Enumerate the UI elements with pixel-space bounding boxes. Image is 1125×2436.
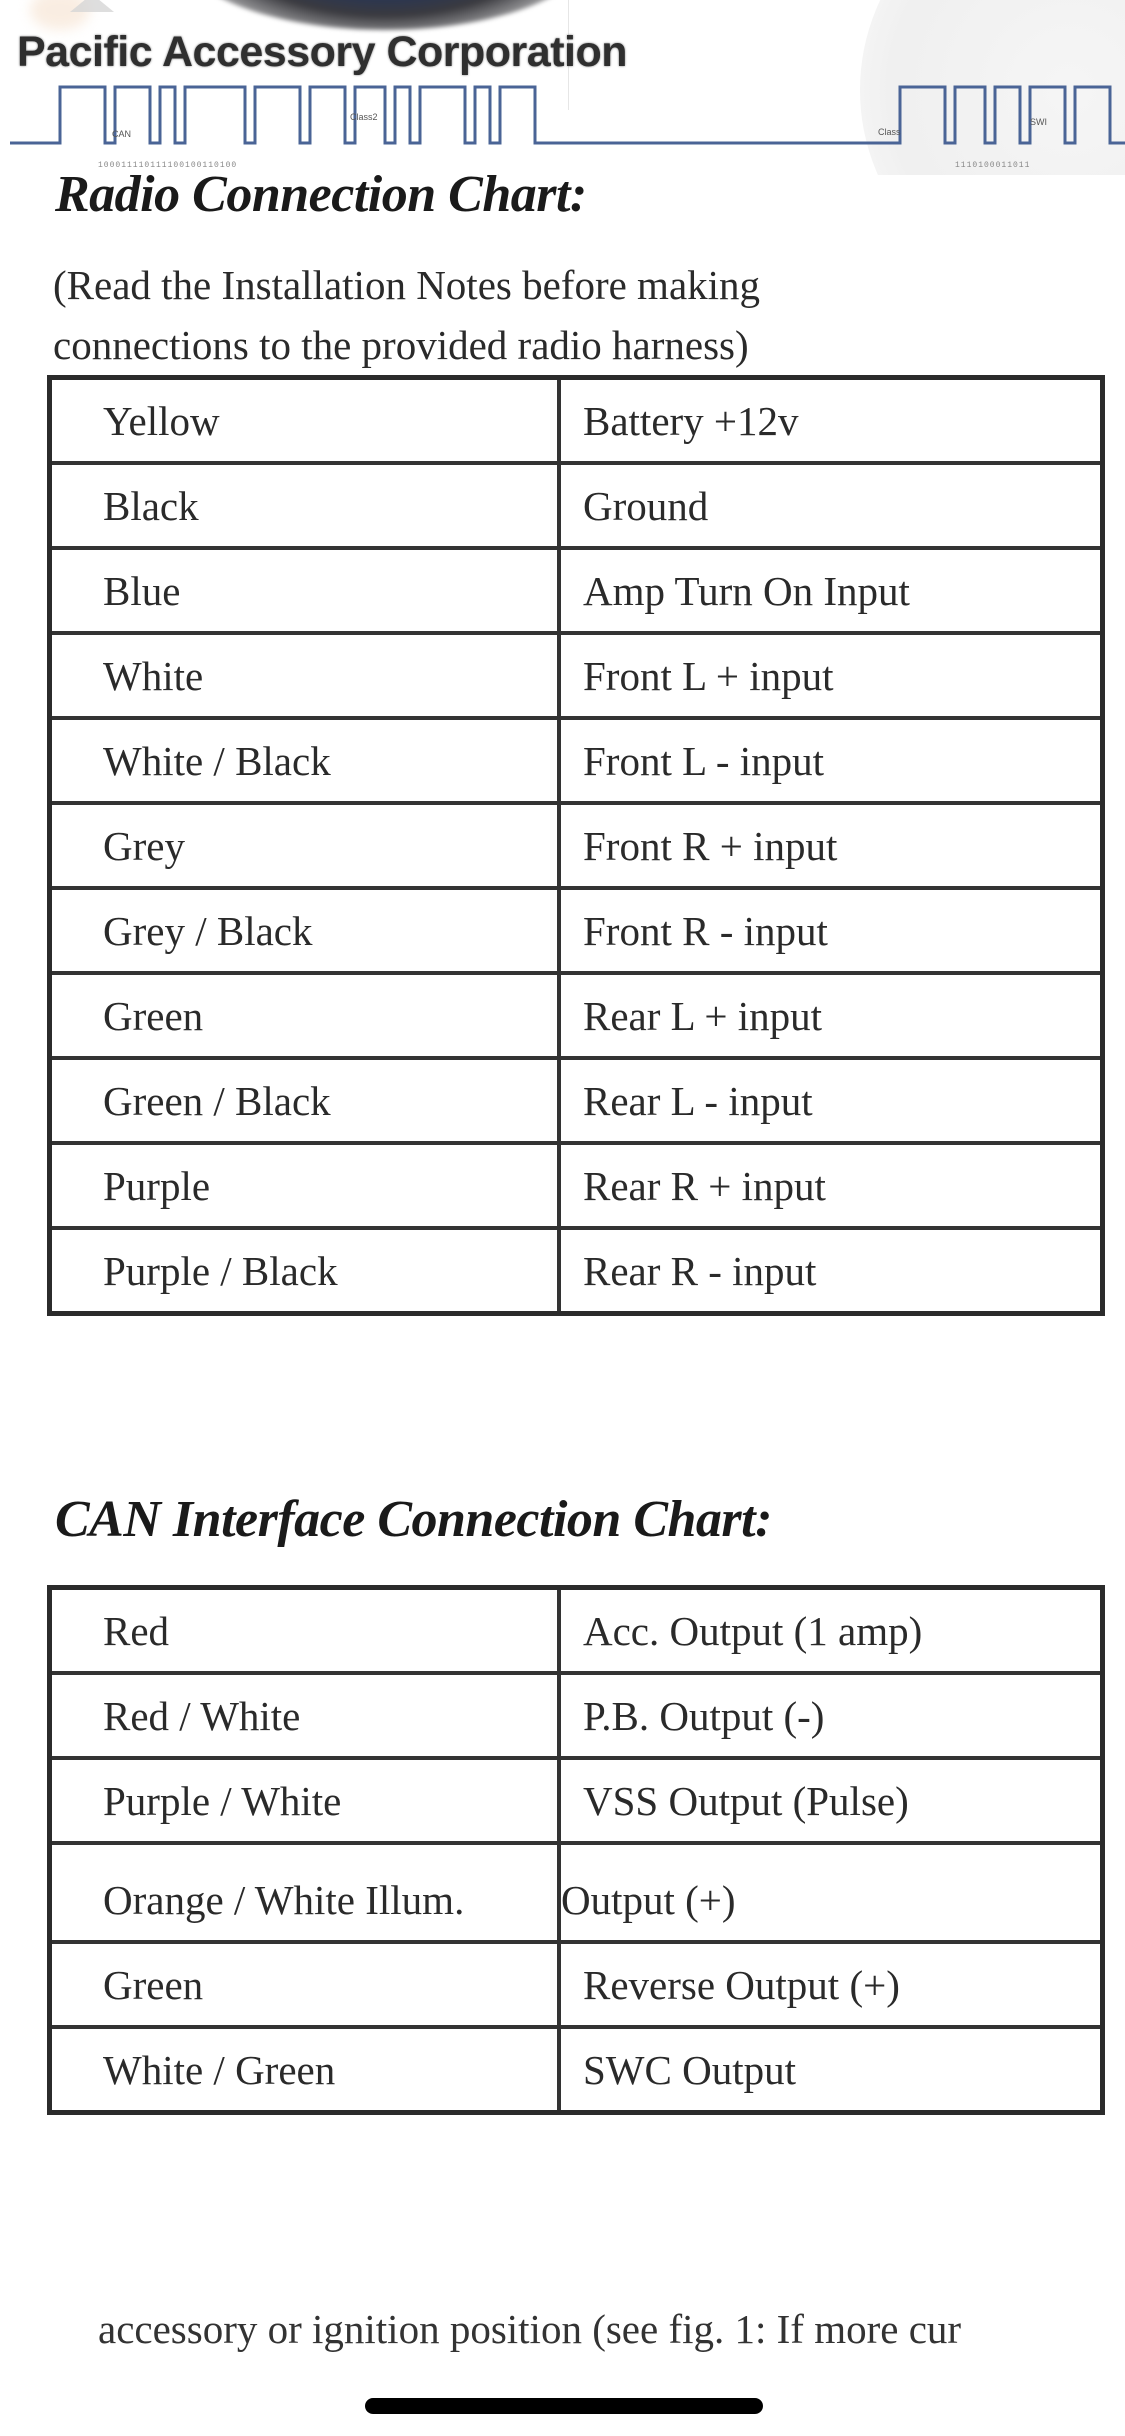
function-cell: Front L + input <box>557 631 1105 720</box>
wire-color-cell: White / Black <box>47 716 561 805</box>
function-cell: Amp Turn On Input <box>557 546 1105 635</box>
function-cell: VSS Output (Pulse) <box>557 1756 1105 1845</box>
signal-waveform: CAN Class2 Class SWI <box>10 85 1125 145</box>
radio-table-body: Yellow Battery +12v Black Ground Blue Amp T… <box>47 375 1105 1316</box>
radio-chart-title: Radio Connection Chart: <box>55 166 587 223</box>
table-row: White Front L + input <box>47 631 1105 720</box>
body-text-partial: accessory or ignition position (see fig.… <box>98 2306 962 2352</box>
home-indicator[interactable] <box>365 2398 763 2414</box>
function-cell: Front R - input <box>557 886 1105 975</box>
table-row: Black Ground <box>47 461 1105 550</box>
waveform-left <box>10 85 1125 145</box>
function-cell: Output (+) <box>557 1841 1105 1944</box>
table-row: Purple Rear R + input <box>47 1141 1105 1230</box>
function-cell: SWC Output <box>557 2025 1105 2115</box>
logo-dome-graphic <box>175 0 595 30</box>
table-row: Green Rear L + input <box>47 971 1105 1060</box>
note-line-2: connections to the provided radio harnes… <box>53 322 749 368</box>
function-cell: Acc. Output (1 amp) <box>557 1585 1105 1675</box>
function-cell: Front R + input <box>557 801 1105 890</box>
function-cell: Rear R + input <box>557 1141 1105 1230</box>
wire-color-cell: Green <box>47 971 561 1060</box>
table-row: Blue Amp Turn On Input <box>47 546 1105 635</box>
table-row: Grey Front R + input <box>47 801 1105 890</box>
function-cell: Rear L - input <box>557 1056 1105 1145</box>
wire-color-cell: Purple <box>47 1141 561 1230</box>
document-header: Pacific Accessory Corporation CAN Class2… <box>0 0 1125 175</box>
wave-label-class2: Class2 <box>350 112 378 122</box>
table-row: Purple / Black Rear R - input <box>47 1226 1105 1316</box>
function-cell: Rear L + input <box>557 971 1105 1060</box>
note-line-1: (Read the Installation Notes before maki… <box>53 262 761 308</box>
table-row: Grey / Black Front R - input <box>47 886 1105 975</box>
table-row: Red / White P.B. Output (-) <box>47 1671 1105 1760</box>
function-cell: Rear R - input <box>557 1226 1105 1316</box>
can-chart-title: CAN Interface Connection Chart: <box>55 1491 772 1548</box>
function-cell: Reverse Output (+) <box>557 1940 1105 2029</box>
table-row: Green Reverse Output (+) <box>47 1940 1105 2029</box>
wire-color-cell: White <box>47 631 561 720</box>
wire-color-cell: Purple / Black <box>47 1226 561 1316</box>
table-row: Orange / White Illum. Output (+) <box>47 1841 1105 1944</box>
wire-color-cell: Red <box>47 1585 561 1675</box>
table-row: White / Black Front L - input <box>47 716 1105 805</box>
bitstring-right: 1110100011011 <box>955 161 1031 170</box>
table-row: Green / Black Rear L - input <box>47 1056 1105 1145</box>
radio-connection-table: Yellow Battery +12v Black Ground Blue Amp T… <box>47 375 1105 1316</box>
logo-triangle-icon <box>70 0 114 12</box>
table-row: Yellow Battery +12v <box>47 375 1105 465</box>
function-cell: Ground <box>557 461 1105 550</box>
table-row: White / Green SWC Output <box>47 2025 1105 2115</box>
radio-chart-note: (Read the Installation Notes before maki… <box>53 255 760 375</box>
wire-color-cell: Grey <box>47 801 561 890</box>
wire-color-cell: Orange / White Illum. <box>47 1841 561 1944</box>
wire-color-cell: Purple / White <box>47 1756 561 1845</box>
wire-color-cell: Black <box>47 461 561 550</box>
company-name: Pacific Accessory Corporation <box>17 28 628 76</box>
can-table-body: Red Acc. Output (1 amp) Red / White P.B. O… <box>47 1585 1105 2115</box>
wire-color-cell: Grey / Black <box>47 886 561 975</box>
wire-color-cell: Red / White <box>47 1671 561 1760</box>
can-interface-table: Red Acc. Output (1 amp) Red / White P.B. O… <box>47 1585 1105 2115</box>
wave-label-can: CAN <box>112 129 131 139</box>
wave-label-swi: SWI <box>1030 117 1047 127</box>
function-cell: Front L - input <box>557 716 1105 805</box>
wire-color-cell: Green / Black <box>47 1056 561 1145</box>
table-row: Red Acc. Output (1 amp) <box>47 1585 1105 1675</box>
wire-color-cell: Blue <box>47 546 561 635</box>
wire-color-cell: White / Green <box>47 2025 561 2115</box>
function-cell: Battery +12v <box>557 375 1105 465</box>
wire-color-cell: Yellow <box>47 375 561 465</box>
wire-color-cell: Green <box>47 1940 561 2029</box>
table-row: Purple / White VSS Output (Pulse) <box>47 1756 1105 1845</box>
wave-label-class: Class <box>878 127 901 137</box>
function-cell: P.B. Output (-) <box>557 1671 1105 1760</box>
